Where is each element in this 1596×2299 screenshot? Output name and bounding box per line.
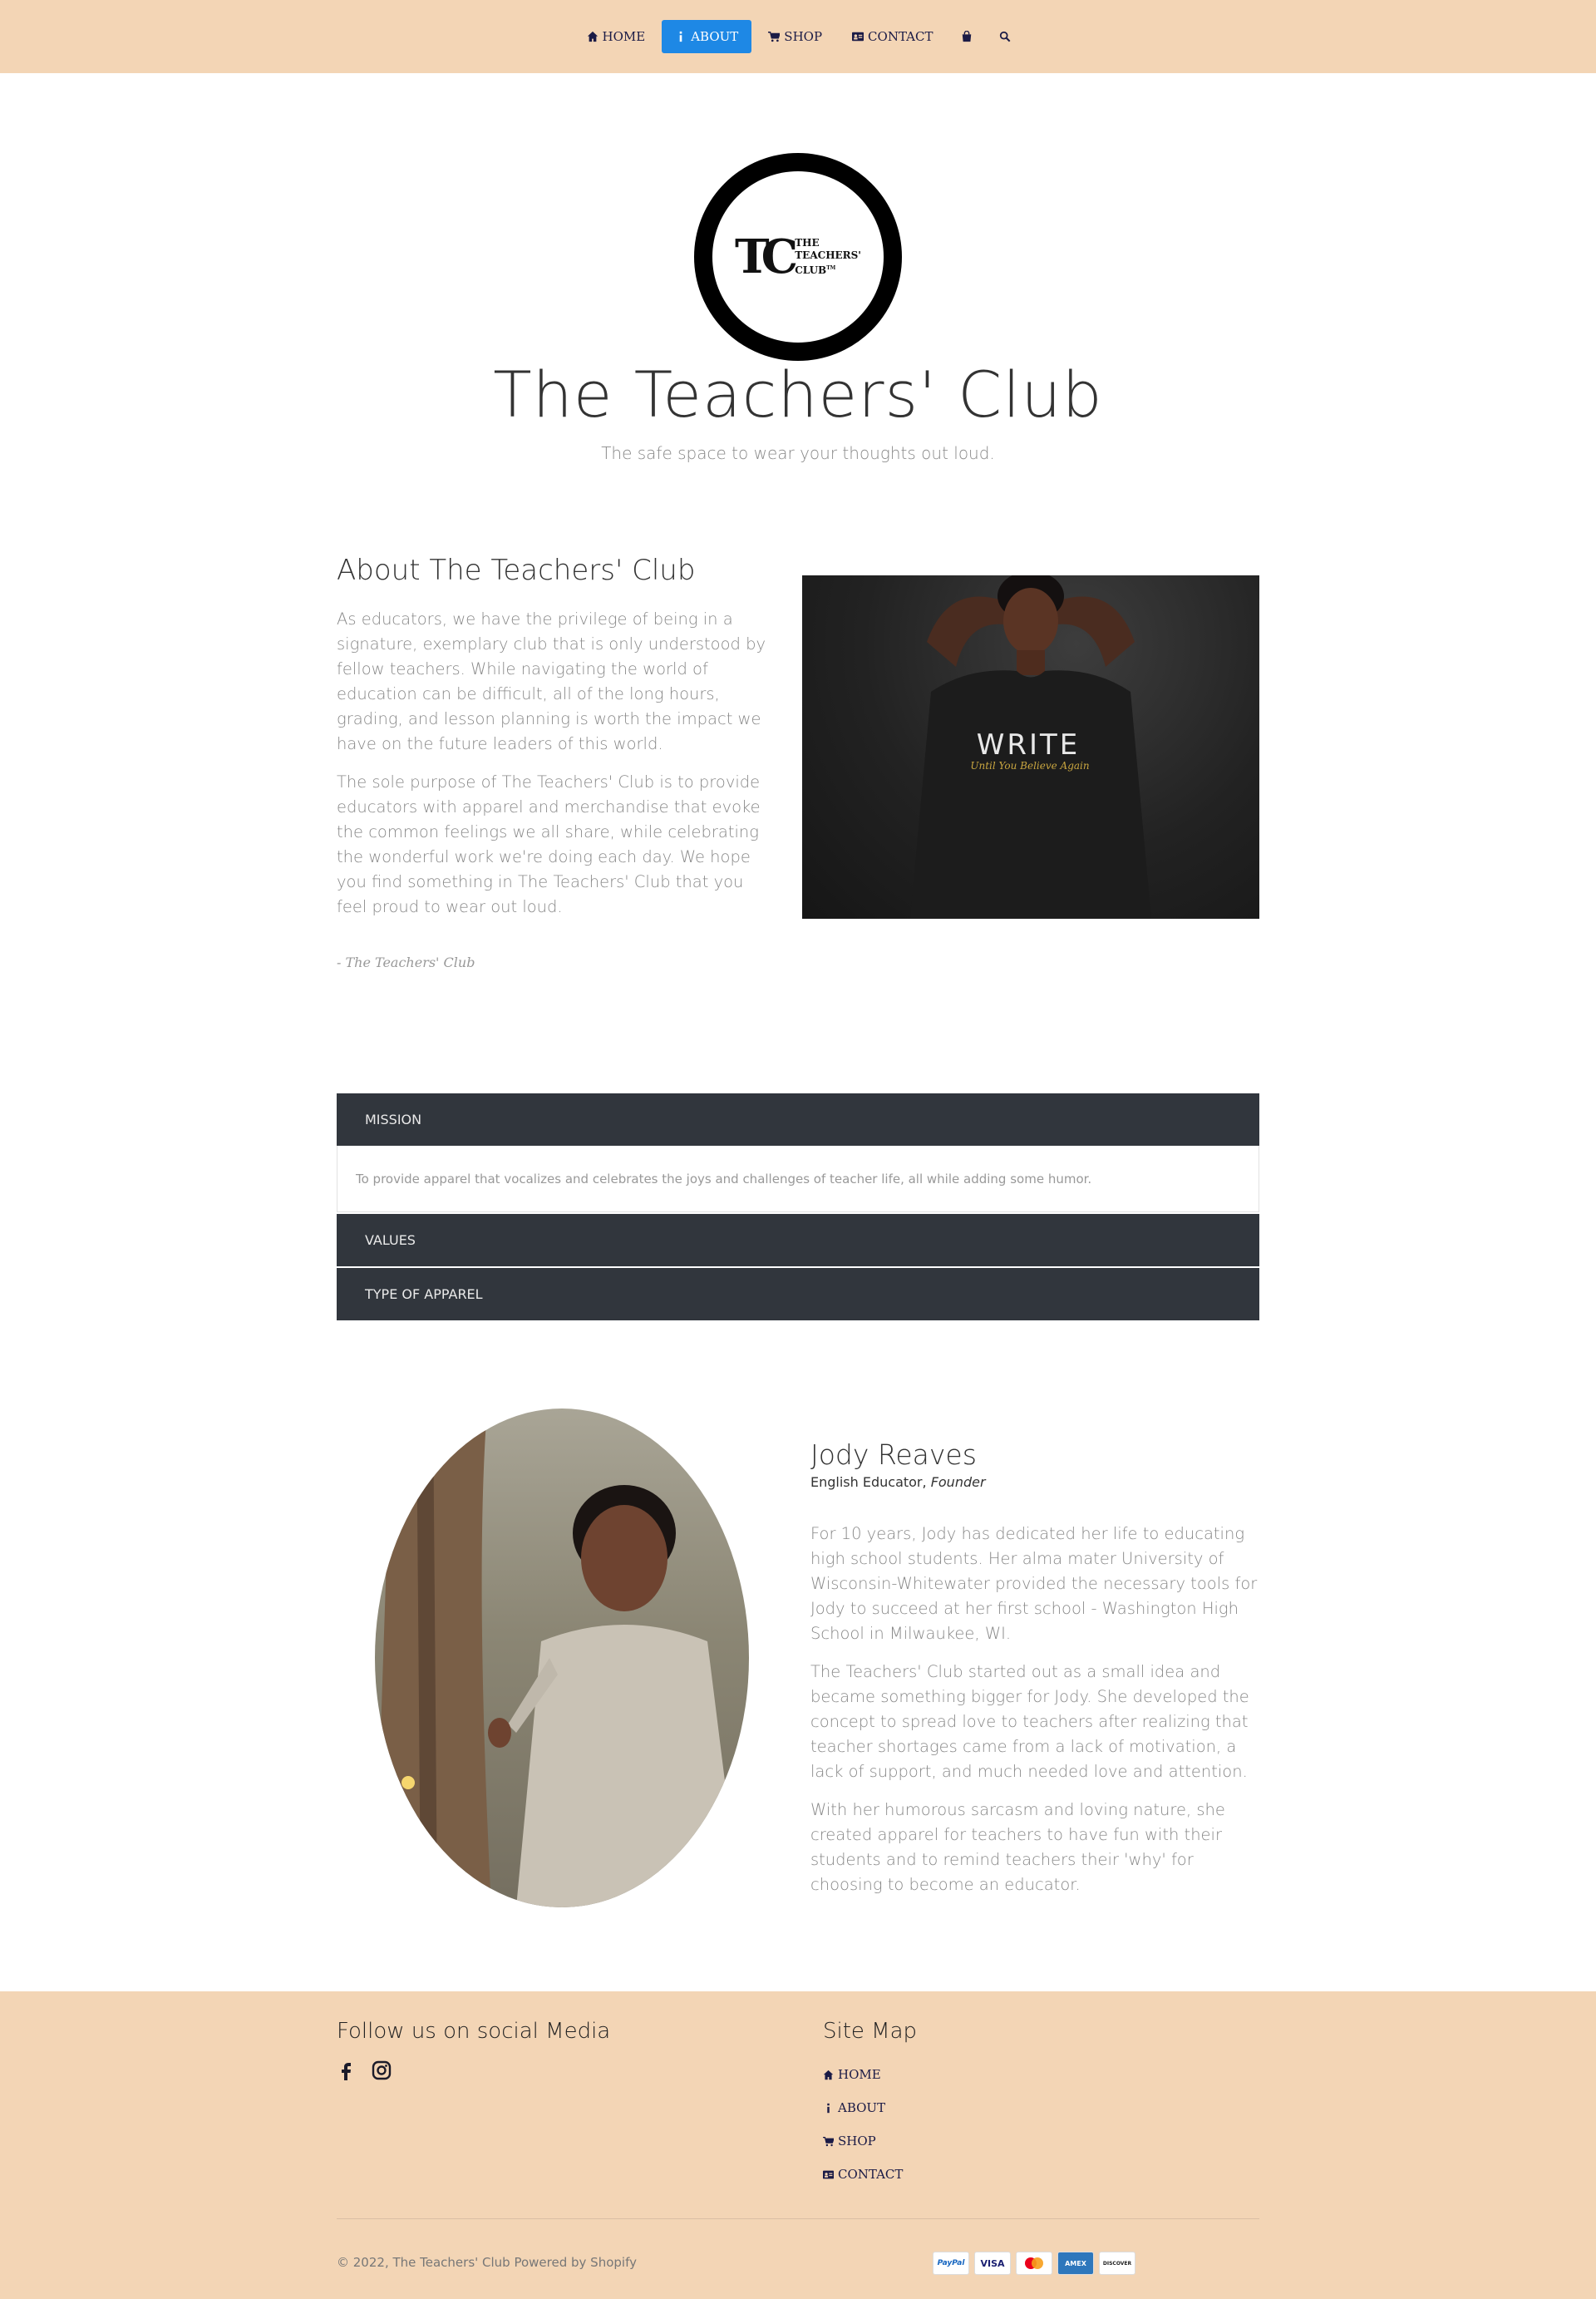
info-icon	[827, 2103, 830, 2113]
contact-card-icon	[823, 2170, 834, 2178]
logo-word-club-line: CLUBTM	[795, 262, 861, 277]
founder-paragraph-3: With her humorous sarcasm and loving nat…	[810, 1800, 1225, 1894]
about-heading: About The Teachers' Club	[337, 554, 696, 587]
accordion-mission-panel: To provide apparel that vocalizes and ce…	[337, 1146, 1259, 1212]
founder-bio: For 10 years, Jody has dedicated her lif…	[810, 1522, 1259, 1911]
logo-wordmark: THE TEACHERS' CLUBTM	[795, 237, 861, 277]
shopping-bag-icon	[963, 31, 972, 42]
founder-paragraph-1: For 10 years, Jody has dedicated her lif…	[810, 1524, 1258, 1643]
about-photo: WRITE Until You Believe Again	[802, 575, 1259, 919]
nav-contact-link[interactable]: CONTACT	[839, 20, 946, 53]
nav-home-label: HOME	[602, 29, 646, 44]
sitemap-about-label: ABOUT	[838, 2100, 886, 2115]
sitemap-about-link[interactable]: ABOUT	[823, 2091, 903, 2124]
logo-word-club: CLUB	[795, 264, 827, 276]
sitemap-shop-link[interactable]: SHOP	[823, 2124, 903, 2158]
accordion-values-title: VALUES	[365, 1232, 416, 1248]
nav-contact-label: CONTACT	[868, 29, 933, 44]
site-footer	[0, 1991, 1596, 2299]
logo-trademark: TM	[826, 265, 836, 271]
logo-monogram: TC	[735, 229, 798, 284]
brand-logo[interactable]: TC THE TEACHERS' CLUBTM	[694, 153, 902, 361]
logo-word-the: THE	[795, 237, 820, 249]
founder-photo	[375, 1409, 749, 1907]
about-paragraph-2: The sole purpose of The Teachers' Club i…	[337, 772, 761, 916]
about-paragraph-1: As educators, we have the privilege of b…	[337, 609, 766, 753]
instagram-icon[interactable]	[372, 2060, 392, 2080]
sitemap-shop-label: SHOP	[838, 2134, 876, 2149]
cart-button[interactable]	[949, 20, 984, 53]
amex-icon: AMEX	[1057, 2252, 1094, 2275]
paypal-icon: PayPal	[933, 2252, 969, 2275]
sitemap-home-label: HOME	[838, 2067, 881, 2082]
nav-about-link[interactable]: ABOUT	[662, 20, 752, 53]
about-accordion: MISSION To provide apparel that vocalize…	[337, 1093, 1259, 1322]
cart-icon	[768, 32, 781, 42]
social-heading: Follow us on social Media	[337, 2019, 611, 2044]
mastercard-icon: mastercard	[1016, 2252, 1052, 2275]
nav-about-label: ABOUT	[691, 29, 739, 44]
accordion-mission-text: To provide apparel that vocalizes and ce…	[356, 1171, 1092, 1187]
cart-icon	[823, 2136, 834, 2146]
copyright-text: © 2022, The Teachers' Club Powered by Sh…	[337, 2255, 637, 2270]
footer-divider	[337, 2218, 1259, 2219]
model-illustration: WRITE Until You Believe Again	[910, 575, 1151, 919]
contact-card-icon	[852, 32, 864, 42]
sitemap-contact-link[interactable]: CONTACT	[823, 2158, 903, 2191]
founder-role: English Educator, Founder	[810, 1474, 986, 1490]
payment-methods: PayPal VISA mastercard AMEX DISCOVER	[933, 2252, 1135, 2275]
founder-name: Jody Reaves	[810, 1438, 977, 1471]
shirt-print-script: Until You Believe Again	[970, 760, 1089, 772]
social-links	[337, 2060, 392, 2080]
accordion-apparel-title: TYPE OF APPAREL	[365, 1286, 483, 1302]
sitemap-contact-label: CONTACT	[838, 2167, 904, 2182]
nav-shop-label: SHOP	[784, 29, 823, 44]
about-text: As educators, we have the privilege of b…	[337, 607, 777, 933]
top-navigation-bar: HOME ABOUT SHOP CONTACT	[0, 0, 1596, 73]
founder-role-title: Founder	[930, 1474, 986, 1490]
logo-word-teachers: TEACHERS'	[795, 249, 861, 261]
visa-icon: VISA	[974, 2252, 1011, 2275]
sitemap-heading: Site Map	[823, 2019, 918, 2044]
nav-home-link[interactable]: HOME	[574, 20, 659, 53]
founder-illustration	[375, 1409, 741, 1907]
facebook-icon[interactable]	[337, 2060, 357, 2080]
search-icon	[1000, 31, 1011, 42]
accordion-apparel-header[interactable]: TYPE OF APPAREL	[337, 1268, 1259, 1320]
sitemap-links: HOME ABOUT SHOP CONTACT	[823, 2058, 903, 2191]
info-icon	[679, 31, 682, 42]
main-nav: HOME ABOUT SHOP CONTACT	[0, 20, 1596, 53]
founder-paragraph-2: The Teachers' Club started out as a smal…	[810, 1662, 1249, 1781]
sitemap-home-link[interactable]: HOME	[823, 2058, 903, 2091]
site-tagline: The safe space to wear your thoughts out…	[601, 443, 995, 463]
discover-icon: DISCOVER	[1099, 2252, 1135, 2275]
accordion-values-header[interactable]: VALUES	[337, 1214, 1259, 1266]
home-icon	[823, 2070, 834, 2079]
accordion-mission-title: MISSION	[365, 1112, 422, 1127]
home-icon	[587, 31, 598, 42]
founder-role-prefix: English Educator,	[810, 1474, 931, 1490]
shirt-print-word: WRITE	[977, 728, 1081, 762]
accordion-mission-header[interactable]: MISSION	[337, 1093, 1259, 1146]
logo-mark: TC THE TEACHERS' CLUBTM	[735, 234, 861, 280]
about-signature: - The Teachers' Club	[337, 955, 475, 970]
search-button[interactable]	[988, 20, 1022, 53]
nav-shop-link[interactable]: SHOP	[755, 20, 835, 53]
site-title: The Teachers' Club	[493, 358, 1103, 432]
